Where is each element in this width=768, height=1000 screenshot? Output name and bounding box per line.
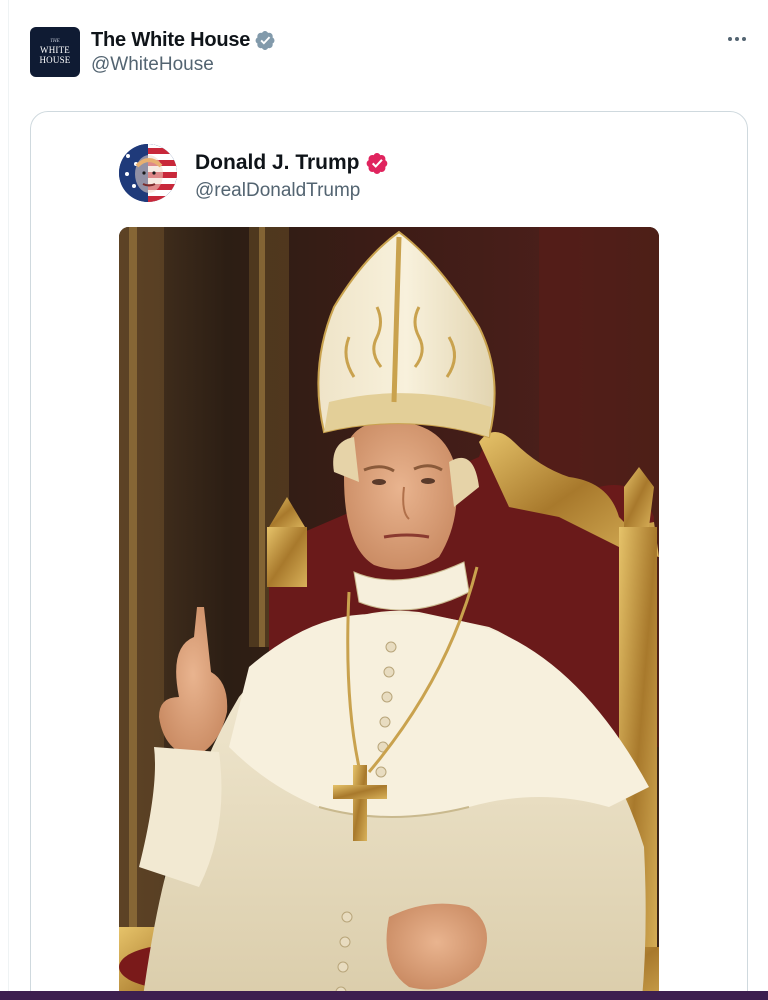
more-dot-icon: [742, 37, 746, 41]
author-name[interactable]: The White House: [91, 29, 250, 52]
author-name-row: The White House: [91, 28, 276, 52]
post-image[interactable]: [119, 227, 659, 1000]
avatar-logo-text-house: HOUSE: [39, 55, 71, 65]
page: THE WHITE HOUSE The White House @WhiteHo…: [0, 0, 768, 1000]
verified-badge-icon: [366, 152, 387, 174]
white-house-avatar[interactable]: THE WHITE HOUSE: [30, 27, 80, 77]
bottom-bar: [0, 991, 768, 1000]
quoted-author-handle[interactable]: @realDonaldTrump: [195, 180, 360, 202]
verified-badge-icon: [255, 30, 275, 50]
more-dot-icon: [735, 37, 739, 41]
author-handle[interactable]: @WhiteHouse: [91, 54, 214, 76]
flag-portrait-avatar-image: [119, 144, 177, 202]
quoted-author-name[interactable]: Donald J. Trump: [195, 151, 360, 175]
papal-portrait-illustration: [119, 227, 659, 1000]
more-options-button[interactable]: [722, 26, 752, 52]
quoted-author-avatar[interactable]: [119, 144, 177, 202]
quoted-post-card[interactable]: Donald J. Trump @realDonaldTrump: [30, 111, 748, 1000]
more-dot-icon: [728, 37, 732, 41]
quoted-author-name-row: Donald J. Trump: [195, 149, 389, 177]
timeline-divider: [8, 0, 9, 992]
avatar-logo-text-white: WHITE: [40, 45, 70, 55]
